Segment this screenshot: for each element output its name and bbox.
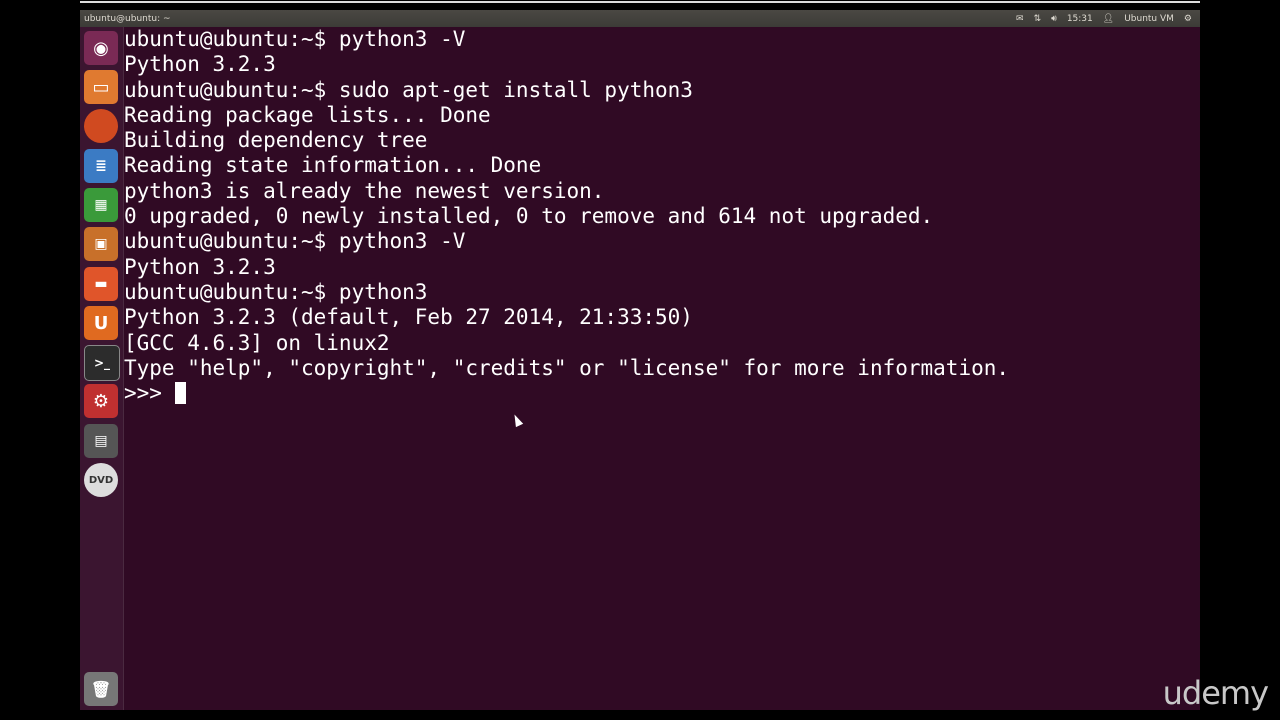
terminal-line: ubuntu@ubuntu:~$ python3 -V	[124, 27, 466, 51]
terminal-line: Python 3.2.3 (default, Feb 27 2014, 21:3…	[124, 305, 693, 330]
software-center-icon[interactable]: ▬	[84, 267, 118, 301]
terminal-line: Python 3.2.3	[124, 254, 276, 279]
desktop: ◉ ▭ ≣ ▦ ▣ ▬ U >_ ⚙ ▤ DVD 🗑︎ ubuntu@ubunt…	[80, 27, 1200, 710]
terminal-line: Python 3.2.3	[124, 52, 276, 77]
python-prompt: >>>	[124, 381, 175, 406]
launcher: ◉ ▭ ≣ ▦ ▣ ▬ U >_ ⚙ ▤ DVD 🗑︎	[80, 27, 124, 710]
user-icon: 👤︎	[1102, 13, 1115, 24]
firefox-icon[interactable]	[84, 109, 118, 143]
writer-icon[interactable]: ≣	[84, 149, 118, 183]
terminal-line: Reading state information... Done	[124, 153, 542, 178]
dvd-icon[interactable]: DVD	[84, 463, 118, 497]
workspace-switcher-icon[interactable]: ▤	[84, 424, 118, 458]
top-panel: ubuntu@ubuntu: ~ ✉ ⇅ 🔊︎ 15:31 👤︎ Ubuntu …	[80, 10, 1200, 27]
top-border	[80, 1, 1200, 3]
text-cursor	[174, 382, 186, 405]
dash-ubuntu-icon[interactable]: ◉	[84, 31, 118, 65]
calc-icon[interactable]: ▦	[84, 188, 118, 222]
trash-icon[interactable]: 🗑︎	[84, 672, 118, 706]
window-title: ubuntu@ubuntu: ~	[84, 13, 171, 24]
terminal-line: ubuntu@ubuntu:~$ python3 -V	[124, 229, 466, 254]
mail-icon[interactable]: ✉	[1016, 14, 1024, 24]
terminal-icon[interactable]: >_	[84, 345, 120, 381]
terminal-line: Reading package lists... Done	[124, 102, 491, 127]
network-icon[interactable]: ⇅	[1034, 14, 1042, 24]
user-name[interactable]: Ubuntu VM	[1124, 14, 1174, 24]
impress-icon[interactable]: ▣	[84, 227, 118, 261]
terminal-line: python3 is already the newest version.	[124, 178, 605, 203]
ubuntu-one-icon[interactable]: U	[84, 306, 118, 340]
terminal-line: ubuntu@ubuntu:~$ python3	[124, 279, 428, 304]
terminal-line: ubuntu@ubuntu:~$ sudo apt-get install py…	[124, 77, 693, 102]
volume-icon[interactable]: 🔊︎	[1051, 14, 1057, 24]
terminal-line: Building dependency tree	[124, 128, 428, 153]
power-gear-icon[interactable]: ⚙	[1184, 14, 1192, 24]
terminal-output[interactable]: ubuntu@ubuntu:~$ python3 -V Python 3.2.3 u…	[124, 27, 1009, 406]
terminal-line: Type "help", "copyright", "credits" or "…	[124, 355, 1010, 380]
system-settings-icon[interactable]: ⚙	[84, 384, 118, 418]
udemy-watermark: udemy	[1162, 674, 1269, 712]
terminal-line: [GCC 4.6.3] on linux2	[124, 330, 390, 355]
terminal-line: 0 upgraded, 0 newly installed, 0 to remo…	[124, 204, 934, 229]
files-folder-icon[interactable]: ▭	[84, 70, 118, 104]
clock[interactable]: 15:31	[1067, 14, 1093, 24]
